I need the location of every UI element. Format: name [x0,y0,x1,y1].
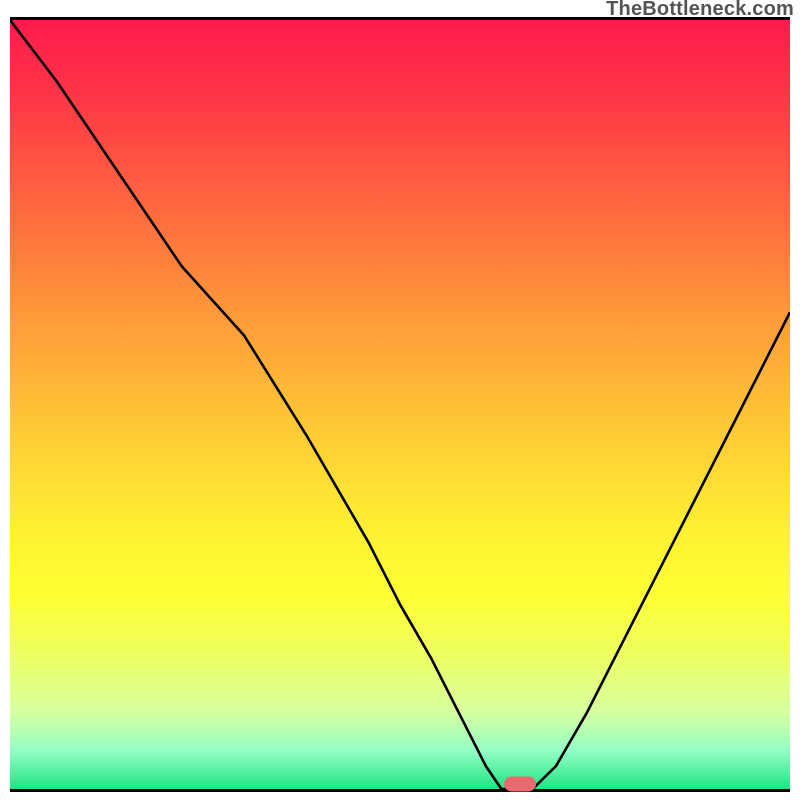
optimal-marker [504,776,536,791]
plot-area [10,17,790,792]
bottleneck-curve [10,20,790,789]
curve-layer [10,20,790,789]
bottleneck-chart: TheBottleneck.com [0,0,800,800]
